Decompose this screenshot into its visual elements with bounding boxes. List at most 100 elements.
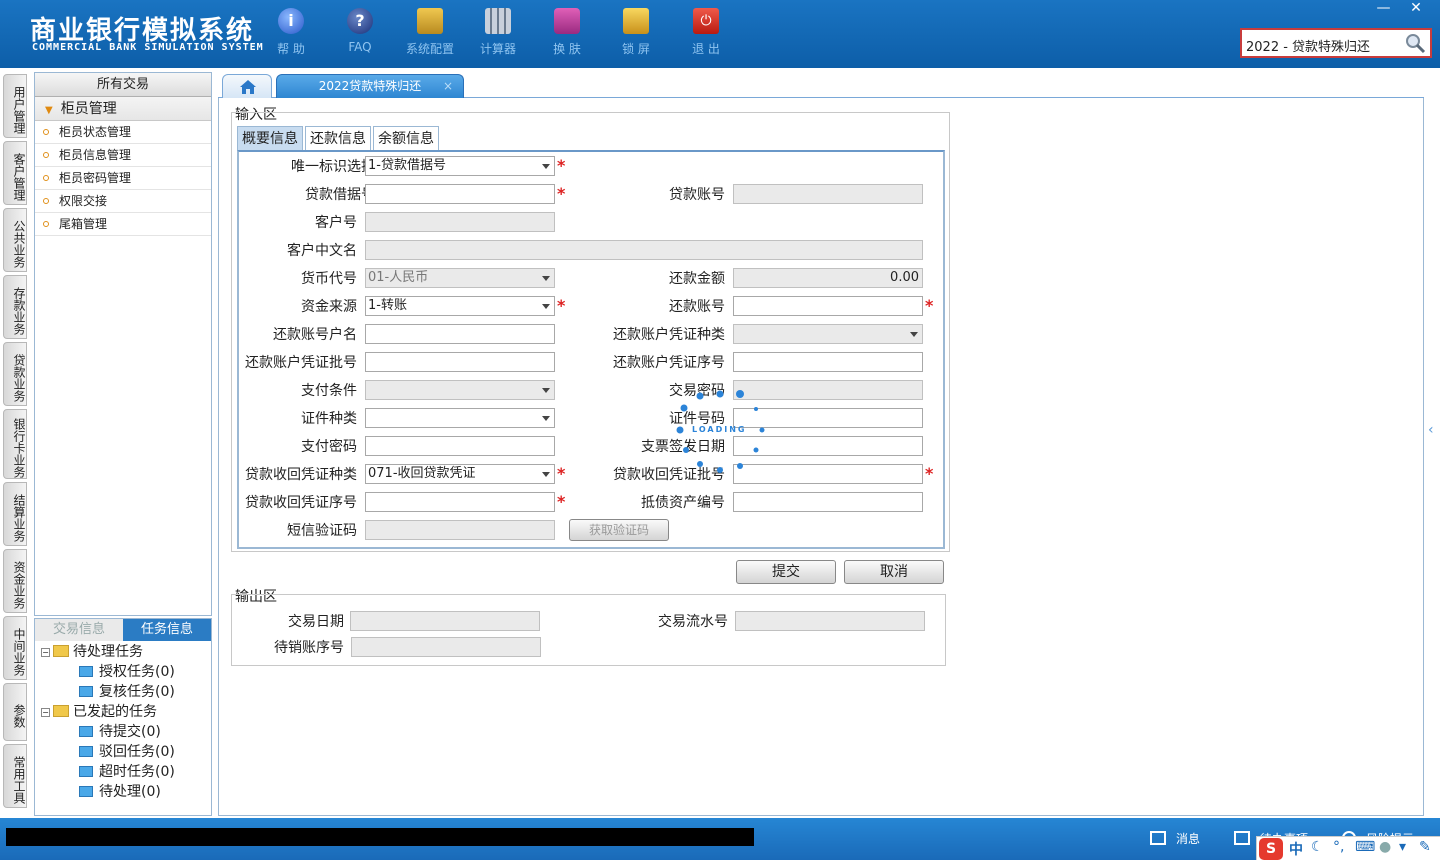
tab-transaction-info[interactable]: 交易信息 (35, 619, 123, 641)
tab-common-tools[interactable]: 常用工具 (3, 744, 27, 808)
task-panel-tabs: 交易信息 任务信息 (35, 619, 211, 641)
all-transactions-header[interactable]: 所有交易 (35, 73, 211, 97)
tree-node-authorization-tasks[interactable]: 授权任务(0) (79, 663, 175, 681)
menu-item-teller-status[interactable]: 柜员状态管理 (35, 121, 211, 144)
messages-button[interactable]: 消息 (1150, 830, 1200, 847)
tab-intermediate-business[interactable]: 中间业务 (3, 616, 27, 680)
task-panel: 交易信息 任务信息 − 待处理任务 授权任务(0) 复核任务(0) − 已发起的任务… (34, 618, 212, 816)
recovery-voucher-seq-field[interactable] (365, 492, 555, 512)
tab-summary-info[interactable]: 概要信息 (237, 126, 303, 150)
submit-button[interactable]: 提交 (736, 560, 836, 584)
tab-bank-card-business[interactable]: 银行卡业务 (3, 409, 27, 479)
lock-screen-button[interactable]: 锁 屏 (605, 8, 667, 57)
menu-item-tail-box[interactable]: 尾箱管理 (35, 213, 211, 236)
home-tab[interactable] (222, 74, 272, 98)
search-input[interactable]: 2022 - 贷款特殊归还 (1240, 28, 1432, 58)
get-code-button[interactable]: 获取验证码 (569, 519, 669, 541)
tab-settlement-business[interactable]: 结算业务 (3, 482, 27, 546)
help-button[interactable]: i 帮 助 (260, 8, 322, 57)
tab-user-management[interactable]: 用户管理 (3, 74, 27, 138)
id-type-label: 证件种类 (301, 411, 357, 427)
menu-item-teller-info[interactable]: 柜员信息管理 (35, 144, 211, 167)
faq-button[interactable]: ? FAQ (329, 8, 391, 54)
window-controls: — ✕ (1370, 0, 1430, 16)
menu-item-teller-password[interactable]: 柜员密码管理 (35, 167, 211, 190)
tree-node-to-process[interactable]: 待处理(0) (79, 783, 161, 801)
task-icon (79, 766, 93, 777)
tree-node-review-tasks[interactable]: 复核任务(0) (79, 683, 175, 701)
tab-repayment-info[interactable]: 还款信息 (305, 126, 371, 150)
repay-voucher-seq-field[interactable] (733, 352, 923, 372)
repay-account-field[interactable] (733, 296, 923, 316)
tab-parameters[interactable]: 参数 (3, 683, 27, 741)
tab-balance-info[interactable]: 余额信息 (373, 126, 439, 150)
system-config-button[interactable]: 系统配置 (399, 8, 461, 57)
tree-node-initiated[interactable]: − 已发起的任务 (41, 703, 157, 721)
pay-condition-select (365, 380, 555, 400)
tab-public-business[interactable]: 公共业务 (3, 208, 27, 272)
calculator-button[interactable]: 计算器 (467, 8, 529, 57)
unique-id-select[interactable]: 1-贷款借据号 (365, 156, 555, 176)
fund-source-label: 资金来源 (301, 299, 357, 315)
marquee-bar (6, 828, 754, 846)
currency-label: 货币代号 (301, 271, 357, 287)
tree-node-to-submit[interactable]: 待提交(0) (79, 723, 161, 741)
close-window-button[interactable]: ✕ (1402, 0, 1430, 16)
ime-mode[interactable]: 中 (1289, 839, 1303, 859)
exit-button[interactable]: ⏻ 退 出 (675, 8, 737, 57)
cancel-button[interactable]: 取消 (844, 560, 944, 584)
tree-node-timeout[interactable]: 超时任务(0) (79, 763, 175, 781)
keyboard-icon[interactable]: ⌨ (1355, 839, 1375, 855)
tab-deposit-business[interactable]: 存款业务 (3, 275, 27, 339)
tab-fund-business[interactable]: 资金业务 (3, 549, 27, 613)
repay-account-name-field[interactable] (365, 324, 555, 344)
user-icon[interactable]: ● (1379, 839, 1391, 855)
required-mark: * (557, 492, 566, 511)
tab-loan-business[interactable]: 贷款业务 (3, 342, 27, 406)
tab-customer-management[interactable]: 客户管理 (3, 141, 27, 205)
teller-management-group[interactable]: ▼ 柜员管理 (35, 97, 211, 121)
bullet-icon (43, 129, 49, 135)
pending-account-seq-label: 待销账序号 (274, 640, 344, 656)
module-tabs: 用户管理 客户管理 公共业务 存款业务 贷款业务 银行卡业务 结算业务 资金业务… (0, 68, 30, 818)
id-type-select[interactable] (365, 408, 555, 428)
fund-source-select[interactable]: 1-转账 (365, 296, 555, 316)
ime-toolbar[interactable]: S 中 ☾ °, ⌨ ● ▾ ✎ (1256, 836, 1440, 860)
punctuation-icon[interactable]: °, (1333, 839, 1344, 855)
tab-task-info[interactable]: 任务信息 (123, 619, 211, 641)
collapse-icon[interactable]: − (41, 648, 50, 657)
loan-receipt-no-field[interactable] (365, 184, 555, 204)
repay-voucher-seq-label: 还款账户凭证序号 (613, 355, 725, 371)
pending-account-seq-field (351, 637, 541, 657)
repay-voucher-batch-field[interactable] (365, 352, 555, 372)
collapse-right-icon[interactable]: ‹ (1428, 422, 1438, 466)
skin-icon[interactable]: ▾ (1399, 839, 1406, 855)
search-icon[interactable] (1404, 32, 1426, 54)
form-tabs: 概要信息 还款信息 余额信息 (237, 126, 439, 150)
repay-voucher-type-label: 还款账户凭证种类 (613, 327, 725, 343)
recovery-voucher-type-select[interactable]: 071-收回贷款凭证 (365, 464, 555, 484)
change-skin-button[interactable]: 换 肤 (536, 8, 598, 57)
tab-loan-special-repayment[interactable]: 2022贷款特殊归还 × (276, 74, 464, 98)
page-tab-bar: 2022贷款特殊归还 × (218, 72, 1424, 98)
menu-item-permission-handover[interactable]: 权限交接 (35, 190, 211, 213)
sogou-logo-icon: S (1259, 838, 1283, 860)
minimize-button[interactable]: — (1370, 0, 1398, 16)
required-mark: * (925, 296, 934, 315)
debt-asset-no-field[interactable] (733, 492, 923, 512)
task-icon (79, 746, 93, 757)
required-mark: * (557, 464, 566, 483)
customer-no-field (365, 212, 555, 232)
collapse-icon[interactable]: − (41, 708, 50, 717)
task-icon (79, 726, 93, 737)
close-tab-icon[interactable]: × (443, 75, 453, 97)
moon-icon[interactable]: ☾ (1311, 839, 1324, 855)
pay-password-label: 支付密码 (301, 439, 357, 455)
tools-icon[interactable]: ✎ (1419, 839, 1431, 855)
sms-code-field (365, 520, 555, 540)
recovery-voucher-seq-label: 贷款收回凭证序号 (245, 495, 357, 511)
tree-node-rejected[interactable]: 驳回任务(0) (79, 743, 175, 761)
pay-password-field[interactable] (365, 436, 555, 456)
tree-node-pending[interactable]: − 待处理任务 (41, 643, 143, 661)
loading-spinner-icon (676, 390, 765, 473)
